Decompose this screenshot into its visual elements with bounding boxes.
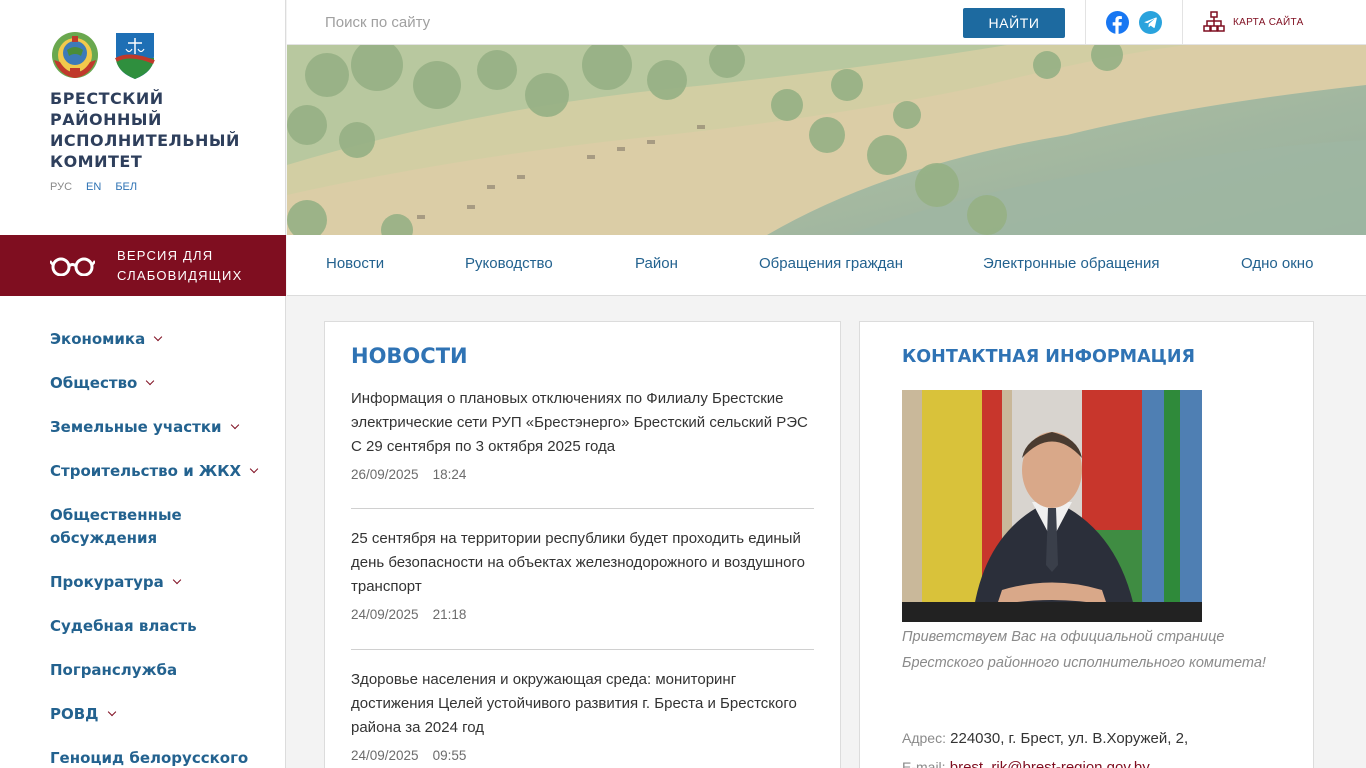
sidebar-item-rovd: РОВД — [50, 703, 270, 726]
nav-citizens-appeals[interactable]: Обращения граждан — [759, 255, 903, 272]
news-item-link[interactable]: Информация о плановых отключениях по Фил… — [351, 387, 815, 459]
chevron-down-icon[interactable] — [249, 464, 259, 474]
address-value: 224030, г. Брест, ул. В.Хоружей, 2, — [950, 730, 1189, 747]
divider — [1085, 0, 1086, 45]
nav-news[interactable]: Новости — [326, 255, 384, 272]
belarus-emblem-icon[interactable] — [50, 30, 100, 80]
news-separator — [351, 649, 814, 650]
organization-name: БРЕСТСКИЙ РАЙОННЫЙ ИСПОЛНИТЕЛЬНЫЙ КОМИТЕ… — [50, 89, 240, 171]
sidebar-item-genocide: Геноцид белорусского — [50, 747, 270, 768]
nav-leadership[interactable]: Руководство — [465, 255, 553, 272]
contact-panel: КОНТАКТНАЯ ИНФОРМАЦИЯ Приветствуем Вас н… — [859, 321, 1314, 768]
contact-title: КОНТАКТНАЯ ИНФОРМАЦИЯ — [902, 347, 1195, 367]
address-line: Адрес: 224030, г. Брест, ул. В.Хоружей, … — [902, 730, 1188, 747]
chevron-down-icon[interactable] — [172, 575, 181, 585]
news-item-link[interactable]: 25 сентября на территории республики буд… — [351, 527, 815, 599]
sidebar-item-prosecutor: Прокуратура — [50, 571, 270, 594]
sidebar-item-link[interactable]: Земельные участки — [50, 418, 222, 436]
hero-banner-image — [287, 45, 1366, 235]
district-coat-of-arms-icon[interactable] — [110, 30, 160, 80]
chevron-down-icon[interactable] — [230, 420, 239, 430]
chevron-down-icon[interactable] — [154, 332, 163, 342]
sidebar-item-link[interactable]: Погранслужба — [50, 661, 177, 679]
sidebar-item-society: Общество — [50, 372, 270, 395]
sidebar-item-land-plots: Земельные участки — [50, 416, 270, 439]
sidebar-item-economy: Экономика — [50, 328, 270, 351]
news-title: НОВОСТИ — [351, 344, 468, 368]
sidebar-item-link[interactable]: РОВД — [50, 705, 99, 723]
news-item: Здоровье населения и окружающая среда: м… — [351, 668, 815, 763]
news-date: 24/09/2025 21:18 — [351, 607, 815, 622]
news-date-time: 18:24 — [432, 467, 467, 482]
sitemap-icon — [1203, 11, 1225, 32]
news-item: 25 сентября на территории республики буд… — [351, 527, 815, 622]
sidebar-item-border-service: Погранслужба — [50, 659, 270, 682]
sidebar-item-link[interactable]: Судебная власть — [50, 617, 197, 635]
chevron-down-icon[interactable] — [146, 376, 155, 386]
sitemap-label: КАРТА САЙТА — [1233, 16, 1304, 28]
divider — [1182, 0, 1183, 45]
language-ru-link[interactable]: РУС — [50, 181, 72, 193]
email-link[interactable]: brest_rik@brest-region.gov.by — [950, 759, 1150, 768]
news-separator — [351, 508, 814, 509]
chevron-down-icon[interactable] — [107, 707, 116, 717]
nav-one-window[interactable]: Одно окно — [1241, 255, 1313, 272]
news-item: Информация о плановых отключениях по Фил… — [351, 387, 815, 482]
sidebar-item-link[interactable]: Общественные обсуждения — [50, 506, 182, 547]
news-date-day: 24/09/2025 — [351, 748, 419, 763]
greeting-text: Приветствуем Вас на официальной странице… — [902, 629, 1266, 671]
news-panel: НОВОСТИ Информация о плановых отключения… — [324, 321, 841, 768]
left-sidebar: БРЕСТСКИЙ РАЙОННЫЙ ИСПОЛНИТЕЛЬНЫЙ КОМИТЕ… — [0, 0, 286, 768]
sidebar-item-public-discussions: Общественные обсуждения — [50, 504, 270, 550]
sidebar-item-link[interactable]: Экономика — [50, 330, 145, 348]
glasses-icon — [50, 257, 95, 276]
chairman-photo — [902, 390, 1202, 622]
facebook-icon[interactable] — [1106, 11, 1129, 34]
sidebar-item-link[interactable]: Геноцид белорусского — [50, 749, 248, 767]
address-label: Адрес: — [902, 730, 946, 746]
sitemap-link[interactable]: КАРТА САЙТА — [1203, 11, 1304, 33]
sidebar-menu: Экономика Общество Земельные участки Стр… — [50, 328, 270, 768]
nav-district[interactable]: Район — [635, 255, 678, 272]
search-input[interactable] — [325, 8, 885, 36]
low-vision-version-button[interactable]: ВЕРСИЯ ДЛЯ СЛАБОВИДЯЩИХ — [0, 235, 286, 296]
main-navigation: Новости Руководство Район Обращения граж… — [287, 235, 1366, 296]
sidebar-item-link[interactable]: Строительство и ЖКХ — [50, 462, 241, 480]
language-en-link[interactable]: EN — [86, 181, 101, 193]
language-switcher: РУС EN БЕЛ — [50, 181, 137, 193]
news-date: 26/09/2025 18:24 — [351, 467, 815, 482]
sidebar-item-judiciary: Судебная власть — [50, 615, 270, 638]
sidebar-item-link[interactable]: Общество — [50, 374, 137, 392]
low-vision-label: ВЕРСИЯ ДЛЯ СЛАБОВИДЯЩИХ — [117, 247, 243, 283]
top-bar: НАЙТИ КАРТА САЙТА — [287, 0, 1366, 45]
news-item-link[interactable]: Здоровье населения и окружающая среда: м… — [351, 668, 815, 740]
sidebar-item-link[interactable]: Прокуратура — [50, 573, 164, 591]
sidebar-item-construction: Строительство и ЖКХ — [50, 460, 270, 483]
news-date-day: 26/09/2025 — [351, 467, 419, 482]
nav-electronic-appeals[interactable]: Электронные обращения — [983, 255, 1159, 272]
emblems — [50, 30, 160, 80]
email-label: E-mail: — [902, 759, 946, 768]
telegram-icon[interactable] — [1139, 11, 1162, 34]
news-date-time: 21:18 — [432, 607, 467, 622]
language-be-link[interactable]: БЕЛ — [115, 181, 137, 193]
news-date: 24/09/2025 09:55 — [351, 748, 815, 763]
news-date-day: 24/09/2025 — [351, 607, 419, 622]
email-line: E-mail: brest_rik@brest-region.gov.by — [902, 759, 1150, 768]
search-button[interactable]: НАЙТИ — [963, 8, 1065, 38]
news-date-time: 09:55 — [432, 748, 467, 763]
